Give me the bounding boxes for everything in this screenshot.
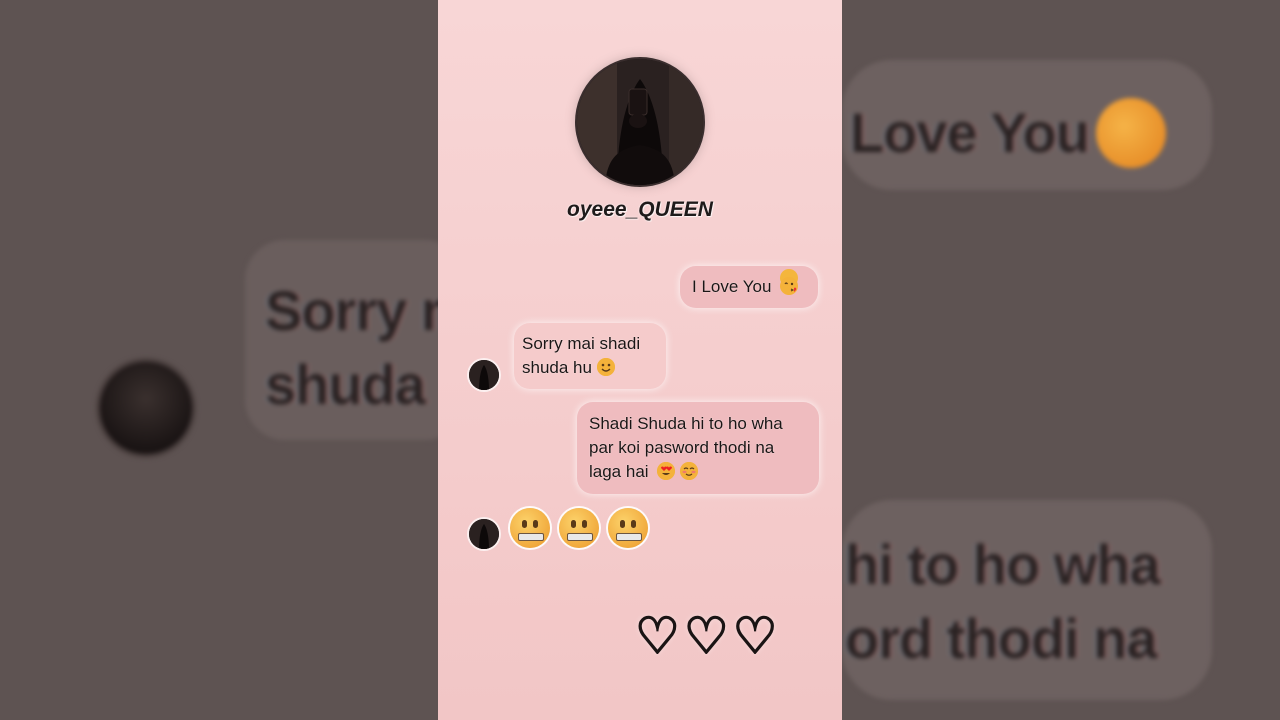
heart-outline-icon: ♡♡♡ [634,606,782,666]
message-text-line: Shadi Shuda hi to ho wha [589,414,783,433]
message-text: I Love You [692,277,772,296]
profile-photo-icon [577,59,703,185]
profile-avatar[interactable] [577,59,703,185]
sender-avatar[interactable] [469,519,499,549]
bg-text-hi-to: hi to ho wha [845,533,1161,596]
profile-photo-icon [469,360,499,390]
heart-eyes-icon [657,462,676,480]
message-text-line: Sorry mai shadi [522,334,641,353]
chat-panel: oyeee_QUEEN I Love You Sorry mai shadi s… [438,0,842,720]
message-text-line: shuda hu [522,358,592,377]
bg-text-shuda: shuda [265,353,426,416]
profile-photo-icon [469,519,499,549]
smiling-face-icon [596,358,615,376]
kissing-face-icon [780,269,799,295]
zipper-mouth-face-icon [559,508,600,548]
zipper-mouth-face-icon [510,508,550,548]
username: oyeee_QUEEN [567,198,713,221]
hearts-row: ♡♡♡ [634,606,782,666]
message-incoming-1[interactable]: Sorry mai shadi shuda hu [514,323,666,389]
message-text-line: par koi pasword thodi na [589,438,775,457]
message-outgoing-1[interactable]: I Love You [680,266,818,308]
zipper-mouth-face-icon [608,508,649,548]
bg-avatar [100,362,192,454]
message-outgoing-2[interactable]: Shadi Shuda hi to ho wha par koi pasword… [577,402,819,494]
bg-text-love: Love You [850,101,1090,164]
bg-kissing-face-icon [1096,98,1166,168]
bg-text-pasword: ord thodi na [845,607,1158,670]
message-incoming-emojis[interactable] [510,508,652,552]
blush-icon [680,462,699,480]
sender-avatar[interactable] [469,360,499,390]
message-text-line: laga hai [589,462,649,481]
